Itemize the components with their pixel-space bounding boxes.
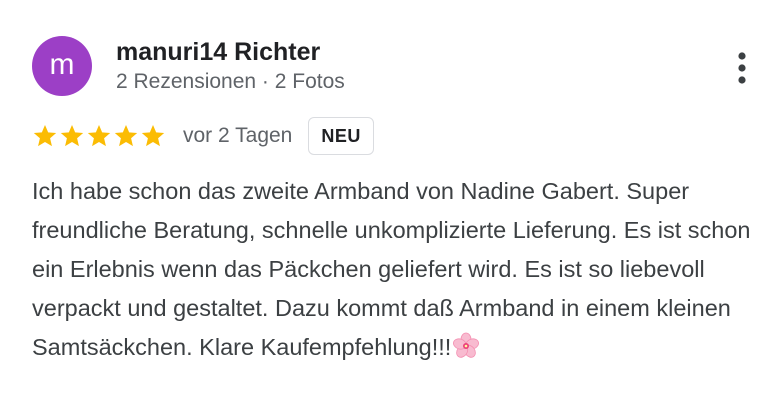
review-text: Ich habe schon das zweite Armband von Na… [32,178,751,360]
author-meta: 2 Rezensionen · 2 Fotos [116,70,345,93]
author-name[interactable]: manuri14 Richter [116,38,320,67]
star-icon [141,124,165,147]
review-date: vor 2 Tagen [183,124,293,147]
star-rating [32,123,167,149]
cherry-blossom-icon [453,332,480,358]
avatar[interactable]: m [32,36,92,96]
review-card: m manuri14 Richter 2 Rezensionen · 2 Fot… [0,0,768,416]
new-badge: NEU [308,117,374,155]
review-body: Ich habe schon das zweite Armband von Na… [32,172,762,367]
rating-row: vor 2 Tagen NEU [32,116,374,156]
star-icon [60,124,84,147]
more-vert-icon [738,52,746,84]
more-options-button[interactable] [722,46,762,90]
star-icon [114,124,138,147]
avatar-initial: m [49,47,75,81]
star-icon [33,124,57,147]
star-icon [87,124,111,147]
